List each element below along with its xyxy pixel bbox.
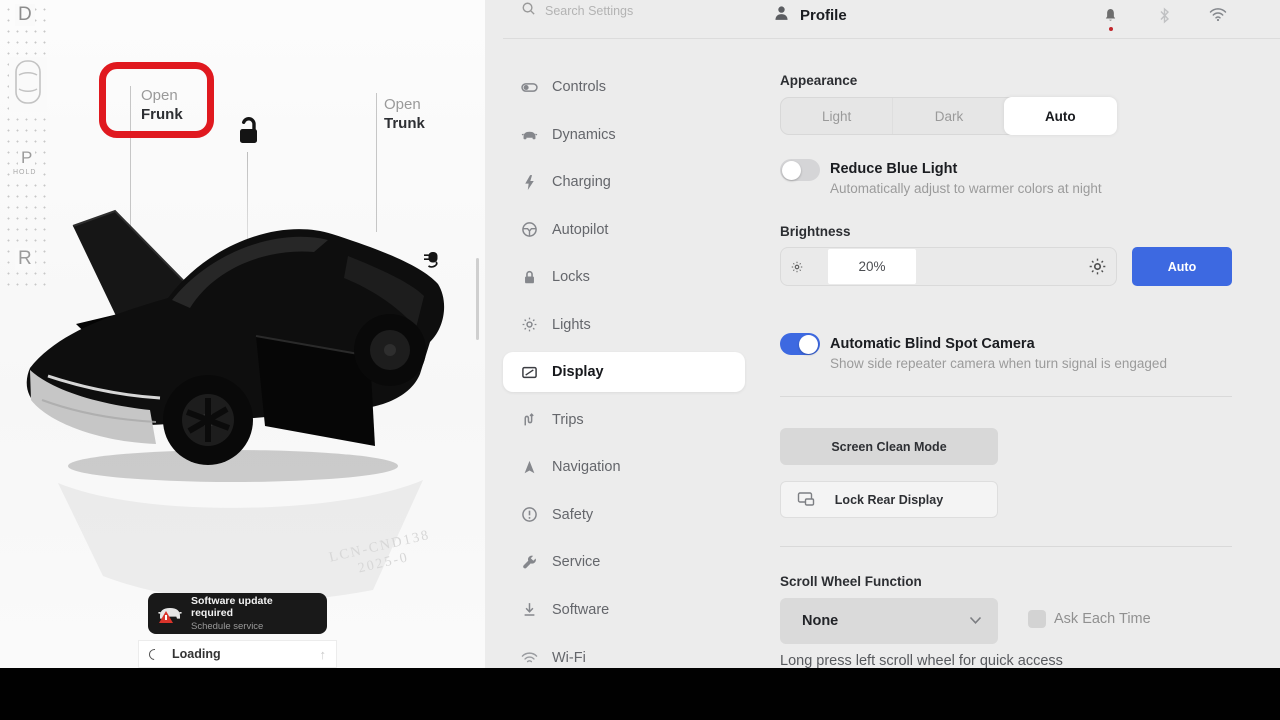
tesla-screen: D P HOLD R Open Frunk xyxy=(0,0,1280,720)
car-icon xyxy=(521,126,538,143)
brightness-label: Brightness xyxy=(780,224,851,239)
sidebar-item-locks[interactable]: Locks xyxy=(503,257,745,297)
scroll-wheel-function-label: Scroll Wheel Function xyxy=(780,574,922,589)
scroll-wheel-dropdown[interactable]: None xyxy=(780,598,998,644)
appearance-option-light[interactable]: Light xyxy=(781,98,892,134)
open-trunk-button[interactable]: Open Trunk xyxy=(384,95,425,133)
reduce-blue-light-title: Reduce Blue Light xyxy=(830,161,957,177)
sidebar-item-trips[interactable]: Trips xyxy=(503,400,745,440)
chevron-down-icon xyxy=(969,612,982,630)
steering-wheel-icon xyxy=(521,221,538,238)
download-icon xyxy=(521,601,538,618)
search-input[interactable] xyxy=(545,4,705,18)
up-arrow-icon: ↑ xyxy=(320,647,327,662)
sidebar-item-autopilot[interactable]: Autopilot xyxy=(503,210,745,250)
sidebar-item-display[interactable]: Display xyxy=(503,352,745,392)
gear-drive[interactable]: D xyxy=(15,4,35,26)
sidebar-item-service[interactable]: Service xyxy=(503,542,745,582)
reduce-blue-light-toggle[interactable] xyxy=(780,159,820,181)
lock-icon xyxy=(521,269,538,286)
taskbar: 18 .0 i xyxy=(0,668,1280,720)
topbar-separator xyxy=(503,38,1280,39)
sidebar-item-dynamics[interactable]: Dynamics xyxy=(503,115,745,155)
toggle-icon xyxy=(521,79,538,96)
brightness-auto-button[interactable]: Auto xyxy=(1132,247,1232,286)
screen-clean-mode-button[interactable]: Screen Clean Mode xyxy=(780,428,998,465)
lightning-icon xyxy=(521,174,538,191)
brightness-slider[interactable]: 20% xyxy=(780,247,1117,286)
bluetooth-icon[interactable] xyxy=(1158,7,1171,29)
blind-spot-camera-toggle[interactable] xyxy=(780,333,820,355)
wrench-icon xyxy=(521,554,538,571)
appearance-label: Appearance xyxy=(780,73,857,88)
sidebar-item-safety[interactable]: Safety xyxy=(503,495,745,535)
display-icon xyxy=(521,364,538,381)
person-icon xyxy=(773,4,790,27)
car-topview-icon xyxy=(9,57,47,112)
profile-button[interactable]: Profile xyxy=(773,4,847,27)
notifications-bell-icon[interactable] xyxy=(1103,7,1118,29)
wifi-icon xyxy=(521,650,538,667)
sun-dim-icon xyxy=(790,260,804,279)
charge-port-icon[interactable] xyxy=(422,248,442,275)
wifi-icon[interactable] xyxy=(1209,7,1227,26)
notification-dot xyxy=(1109,27,1113,31)
car-alert-icon xyxy=(158,604,182,624)
lock-rear-display-button[interactable]: Lock Rear Display xyxy=(780,481,998,518)
brightness-thumb[interactable]: 20% xyxy=(828,249,916,284)
reduce-blue-light-subtitle: Automatically adjust to warmer colors at… xyxy=(830,181,1102,196)
loading-bar[interactable]: Loading ↑ xyxy=(138,640,337,668)
section-divider xyxy=(780,396,1232,397)
gear-park[interactable]: P xyxy=(18,148,35,168)
alert-circle-icon xyxy=(521,506,538,523)
nav-arrow-icon xyxy=(521,459,538,476)
vehicle-panel-scrollbar[interactable] xyxy=(476,258,479,340)
red-annotation-box xyxy=(99,62,214,138)
gear-park-hold-label: HOLD xyxy=(10,169,39,176)
sidebar-item-lights[interactable]: Lights xyxy=(503,305,745,345)
appearance-segmented-control: Light Dark Auto xyxy=(780,97,1117,135)
rear-display-icon xyxy=(797,491,816,512)
sidebar-item-software[interactable]: Software xyxy=(503,590,745,630)
sidebar-item-navigation[interactable]: Navigation xyxy=(503,447,745,487)
ask-each-time-checkbox[interactable] xyxy=(1028,610,1046,628)
search-icon xyxy=(521,1,536,21)
settings-panel: Profile Controls Dynamics Charging Auto xyxy=(485,0,1280,668)
unlocked-padlock-icon[interactable] xyxy=(234,116,261,152)
appearance-option-dark[interactable]: Dark xyxy=(892,98,1004,134)
sidebar-item-controls[interactable]: Controls xyxy=(503,67,745,107)
vehicle-panel: D P HOLD R Open Frunk xyxy=(0,0,485,668)
spinner-icon xyxy=(147,646,162,661)
warning-triangle-icon xyxy=(159,611,173,623)
sun-bright-icon xyxy=(1088,257,1107,281)
sun-icon xyxy=(521,316,538,333)
scroll-wheel-hint: Long press left scroll wheel for quick a… xyxy=(780,653,1063,669)
section-divider xyxy=(780,546,1232,547)
route-icon xyxy=(521,411,538,428)
sidebar-item-charging[interactable]: Charging xyxy=(503,162,745,202)
blind-spot-camera-subtitle: Show side repeater camera when turn sign… xyxy=(830,356,1167,371)
appearance-option-auto[interactable]: Auto xyxy=(1004,97,1117,135)
software-update-toast[interactable]: Software update required Schedule servic… xyxy=(148,593,327,634)
blind-spot-camera-title: Automatic Blind Spot Camera xyxy=(830,336,1035,352)
ask-each-time-label: Ask Each Time xyxy=(1054,611,1151,627)
